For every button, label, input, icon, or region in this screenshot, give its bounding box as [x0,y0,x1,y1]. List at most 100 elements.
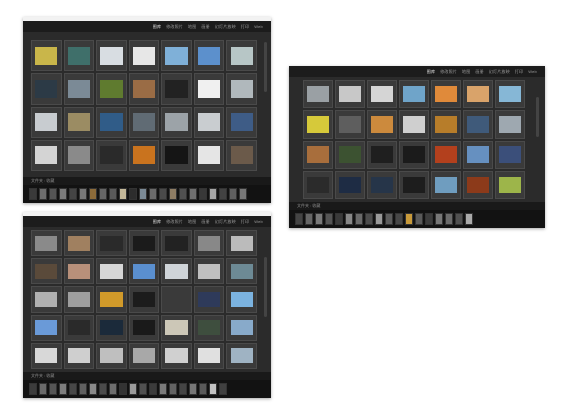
thumbnail-cell[interactable] [128,342,160,369]
filmstrip-thumbnail[interactable] [49,382,57,396]
filmstrip-thumbnail[interactable] [49,187,57,201]
thumbnail-cell[interactable] [96,286,127,313]
thumbnail-cell[interactable] [128,230,160,257]
filmstrip-thumbnail[interactable] [69,382,77,396]
thumbnail-cell[interactable] [226,73,257,105]
thumbnail-cell[interactable] [161,139,192,171]
filmstrip-thumbnail[interactable] [315,212,323,226]
filmstrip-thumbnail[interactable] [325,212,333,226]
thumbnail-cell[interactable] [495,140,525,169]
thumbnail-cell[interactable] [96,106,127,138]
thumbnail-cell[interactable] [31,106,62,138]
thumbnail-cell[interactable] [161,230,192,257]
tab-map[interactable]: 地图 [462,69,470,75]
filmstrip-thumbnail[interactable] [209,382,217,396]
thumbnail-cell[interactable] [367,110,397,139]
filmstrip-thumbnail[interactable] [239,187,247,201]
thumbnail-cell[interactable] [96,258,127,285]
tab-slideshow[interactable]: 幻灯片放映 [489,69,510,75]
filmstrip-thumbnail[interactable] [179,382,187,396]
filmstrip-thumbnail[interactable] [99,187,107,201]
filmstrip-thumbnail[interactable] [139,187,147,201]
filmstrip-thumbnail[interactable] [375,212,383,226]
filmstrip-thumbnail[interactable] [295,212,303,226]
tab-print[interactable]: 打印 [241,24,249,30]
thumbnail-cell[interactable] [495,110,525,139]
filmstrip-thumbnail[interactable] [89,187,97,201]
filmstrip-thumbnail[interactable] [219,187,227,201]
thumbnail-cell[interactable] [463,110,493,139]
thumbnail-cell[interactable] [63,139,95,171]
filmstrip-thumbnail[interactable] [59,382,67,396]
tab-develop[interactable]: 修改照片 [166,219,183,225]
thumbnail-cell[interactable] [128,73,160,105]
filmstrip-thumbnail[interactable] [29,382,37,396]
thumbnail-cell[interactable] [463,170,493,199]
thumbnail-cell[interactable] [63,258,95,285]
thumbnail-cell[interactable] [193,40,225,72]
filmstrip-thumbnail[interactable] [415,212,423,226]
tab-library[interactable]: 图库 [427,69,435,75]
filmstrip-thumbnail[interactable] [119,187,127,201]
thumbnail-cell[interactable] [161,258,192,285]
filmstrip-thumbnail[interactable] [69,187,77,201]
filmstrip[interactable] [289,210,545,228]
thumbnail-cell[interactable] [226,286,257,313]
thumbnail-cell[interactable] [335,170,365,199]
thumbnail-cell[interactable] [303,140,333,169]
filmstrip-thumbnail[interactable] [199,187,207,201]
thumbnail-cell[interactable] [31,73,62,105]
filmstrip-thumbnail[interactable] [169,382,177,396]
filmstrip-thumbnail[interactable] [79,187,87,201]
thumbnail-cell[interactable] [399,80,429,109]
tab-web[interactable]: Web [254,219,263,224]
filmstrip-thumbnail[interactable] [159,187,167,201]
filmstrip-thumbnail[interactable] [179,187,187,201]
filmstrip-thumbnail[interactable] [159,382,167,396]
thumbnail-cell[interactable] [193,314,225,341]
tab-book[interactable]: 画册 [475,69,483,75]
thumbnail-cell[interactable] [128,139,160,171]
vertical-scrollbar[interactable] [264,42,267,92]
thumbnail-cell[interactable] [335,80,365,109]
filmstrip-thumbnail[interactable] [39,382,47,396]
thumbnail-cell[interactable] [128,258,160,285]
tab-library[interactable]: 图库 [153,219,161,225]
thumbnail-cell[interactable] [226,314,257,341]
filmstrip-thumbnail[interactable] [149,187,157,201]
thumbnail-cell[interactable] [161,106,192,138]
filmstrip-thumbnail[interactable] [385,212,393,226]
thumbnail-cell[interactable] [495,170,525,199]
tab-web[interactable]: Web [528,69,537,74]
filmstrip-thumbnail[interactable] [199,382,207,396]
tab-book[interactable]: 画册 [201,24,209,30]
thumbnail-cell[interactable] [367,170,397,199]
filmstrip-thumbnail[interactable] [229,187,237,201]
filmstrip-thumbnail[interactable] [129,382,137,396]
thumbnail-cell[interactable] [31,40,62,72]
thumbnail-cell[interactable] [226,230,257,257]
filmstrip-thumbnail[interactable] [219,382,227,396]
thumbnail-cell[interactable] [335,110,365,139]
filmstrip-thumbnail[interactable] [189,382,197,396]
tab-library[interactable]: 图库 [153,24,161,30]
filmstrip-thumbnail[interactable] [465,212,473,226]
tab-develop[interactable]: 修改照片 [440,69,457,75]
filmstrip-thumbnail[interactable] [139,382,147,396]
filmstrip-thumbnail[interactable] [189,187,197,201]
thumbnail-cell[interactable] [193,258,225,285]
filmstrip-thumbnail[interactable] [89,382,97,396]
thumbnail-cell[interactable] [367,140,397,169]
thumbnail-cell[interactable] [463,80,493,109]
thumbnail-cell[interactable] [63,73,95,105]
thumbnail-cell[interactable] [399,170,429,199]
filmstrip[interactable] [23,185,271,203]
thumbnail-cell[interactable] [193,106,225,138]
thumbnail-cell[interactable] [96,139,127,171]
tab-map[interactable]: 地图 [188,24,196,30]
filmstrip-thumbnail[interactable] [39,187,47,201]
thumbnail-cell[interactable] [96,230,127,257]
thumbnail-cell[interactable] [226,342,257,369]
thumbnail-cell[interactable] [463,140,493,169]
thumbnail-cell[interactable] [193,342,225,369]
